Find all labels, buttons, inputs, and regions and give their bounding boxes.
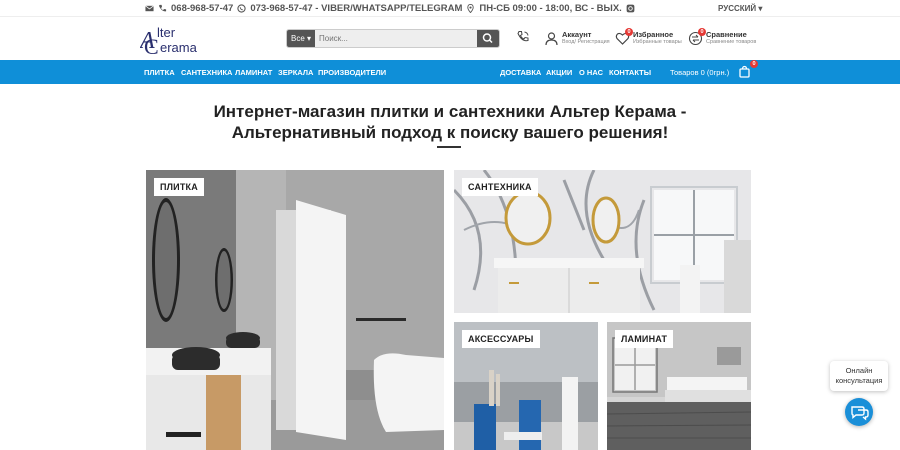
chat-button[interactable]: [845, 398, 873, 426]
compare-subtitle: Сравнение товаров: [706, 39, 757, 45]
search-category-label: Все: [291, 34, 305, 43]
top-bar: 068-968-57-47 073-968-57-47 - VIBER/WHAT…: [0, 0, 900, 17]
account-link[interactable]: Аккаунт Вход/ Регистрация: [544, 30, 610, 46]
shopping-bag-icon[interactable]: [738, 65, 751, 78]
tile-label-accessories: АКСЕССУАРЫ: [462, 330, 540, 348]
headline-divider: [437, 146, 461, 148]
whatsapp-icon: [237, 4, 246, 13]
phone-2[interactable]: 073-968-57-47 - VIBER/WHATSAPP/TELEGRAM: [250, 3, 462, 14]
tile-label-laminate: ЛАМИНАТ: [615, 330, 674, 348]
nav-item-laminate[interactable]: ЛАМИНАТ: [235, 68, 272, 77]
nav-item-delivery[interactable]: ДОСТАВКА: [500, 68, 541, 77]
nav-item-about[interactable]: О НАС: [579, 68, 603, 77]
phone-1[interactable]: 068-968-57-47: [171, 3, 233, 14]
chat-line-2: консультация: [835, 376, 883, 385]
nav-item-plumbing[interactable]: САНТЕХНИКА: [181, 68, 232, 77]
chat-icon: [851, 406, 869, 421]
tile-label-tiles: ПЛИТКА: [154, 178, 204, 196]
bathroom-photo: [146, 170, 444, 450]
nav-item-sales[interactable]: АКЦИИ: [546, 68, 572, 77]
logo-mark: A C lter erama: [138, 25, 198, 59]
account-subtitle: Вход/ Регистрация: [562, 39, 610, 45]
working-hours: ПН-СБ 09:00 - 18:00, ВС - ВЫХ.: [479, 3, 622, 14]
cart-count-badge: 0: [750, 60, 758, 68]
account-title: Аккаунт: [562, 30, 592, 39]
user-icon: [545, 31, 558, 45]
nav-item-manufacturers[interactable]: ПРОИЗВОДИТЕЛИ: [318, 68, 386, 77]
callback-button[interactable]: [516, 30, 530, 44]
location-icon: [467, 4, 475, 13]
search-bar: Все ▾: [286, 29, 500, 48]
compare-count-badge: 0: [698, 28, 706, 36]
header: A C lter erama Все ▾ Аккаунт Вход/ Регис…: [0, 17, 900, 60]
page-headline: Интернет-магазин плитки и сантехники Аль…: [150, 101, 750, 143]
tile-label-plumbing: САНТЕХНИКА: [462, 178, 538, 196]
favorites-subtitle: Избранные товары: [633, 39, 682, 45]
category-tile-tiles[interactable]: ПЛИТКА: [146, 170, 444, 450]
main-nav: ПЛИТКА САНТЕХНИКА ЛАМИНАТ ЗЕРКАЛА ПРОИЗВ…: [0, 60, 900, 84]
svg-text:lter: lter: [157, 25, 176, 40]
favorites-link[interactable]: 0 Избранное Избранные товары: [615, 28, 682, 46]
headline-line-2: Альтернативный подход к поиску вашего ре…: [231, 123, 669, 142]
svg-text:erama: erama: [160, 40, 198, 55]
phone-call-icon: [517, 31, 529, 42]
nav-item-tile[interactable]: ПЛИТКА: [144, 68, 175, 77]
compare-link[interactable]: 0 Сравнение Сравнение товаров: [688, 28, 757, 46]
search-icon: [482, 33, 493, 44]
nav-item-mirrors[interactable]: ЗЕРКАЛА: [278, 68, 313, 77]
nav-item-contacts[interactable]: КОНТАКТЫ: [609, 68, 651, 77]
mail-icon[interactable]: [145, 4, 154, 13]
site-logo[interactable]: A C lter erama: [138, 24, 220, 59]
contacts: 068-968-57-47 073-968-57-47 - VIBER/WHAT…: [145, 3, 635, 14]
chat-line-1: Онлайн: [845, 366, 873, 375]
search-input[interactable]: [315, 30, 479, 47]
online-consultation-bubble[interactable]: Онлайн консультация: [830, 361, 888, 391]
instagram-icon[interactable]: [626, 4, 635, 13]
category-tile-plumbing[interactable]: САНТЕХНИКА: [454, 170, 751, 313]
headline-line-1: Интернет-магазин плитки и сантехники Аль…: [213, 102, 687, 121]
search-category-select[interactable]: Все ▾: [287, 30, 315, 47]
phone-icon: [158, 4, 167, 12]
search-button[interactable]: [477, 30, 499, 47]
favorites-title: Избранное: [633, 30, 674, 39]
language-selector[interactable]: РУССКИЙ ▾: [718, 4, 762, 13]
compare-title: Сравнение: [706, 30, 747, 39]
favorites-count-badge: 0: [625, 28, 633, 36]
category-tile-laminate[interactable]: ЛАМИНАТ: [607, 322, 751, 450]
category-tile-accessories[interactable]: АКСЕССУАРЫ: [454, 322, 598, 450]
cart-summary[interactable]: Товаров 0 (0грн.): [670, 68, 729, 77]
